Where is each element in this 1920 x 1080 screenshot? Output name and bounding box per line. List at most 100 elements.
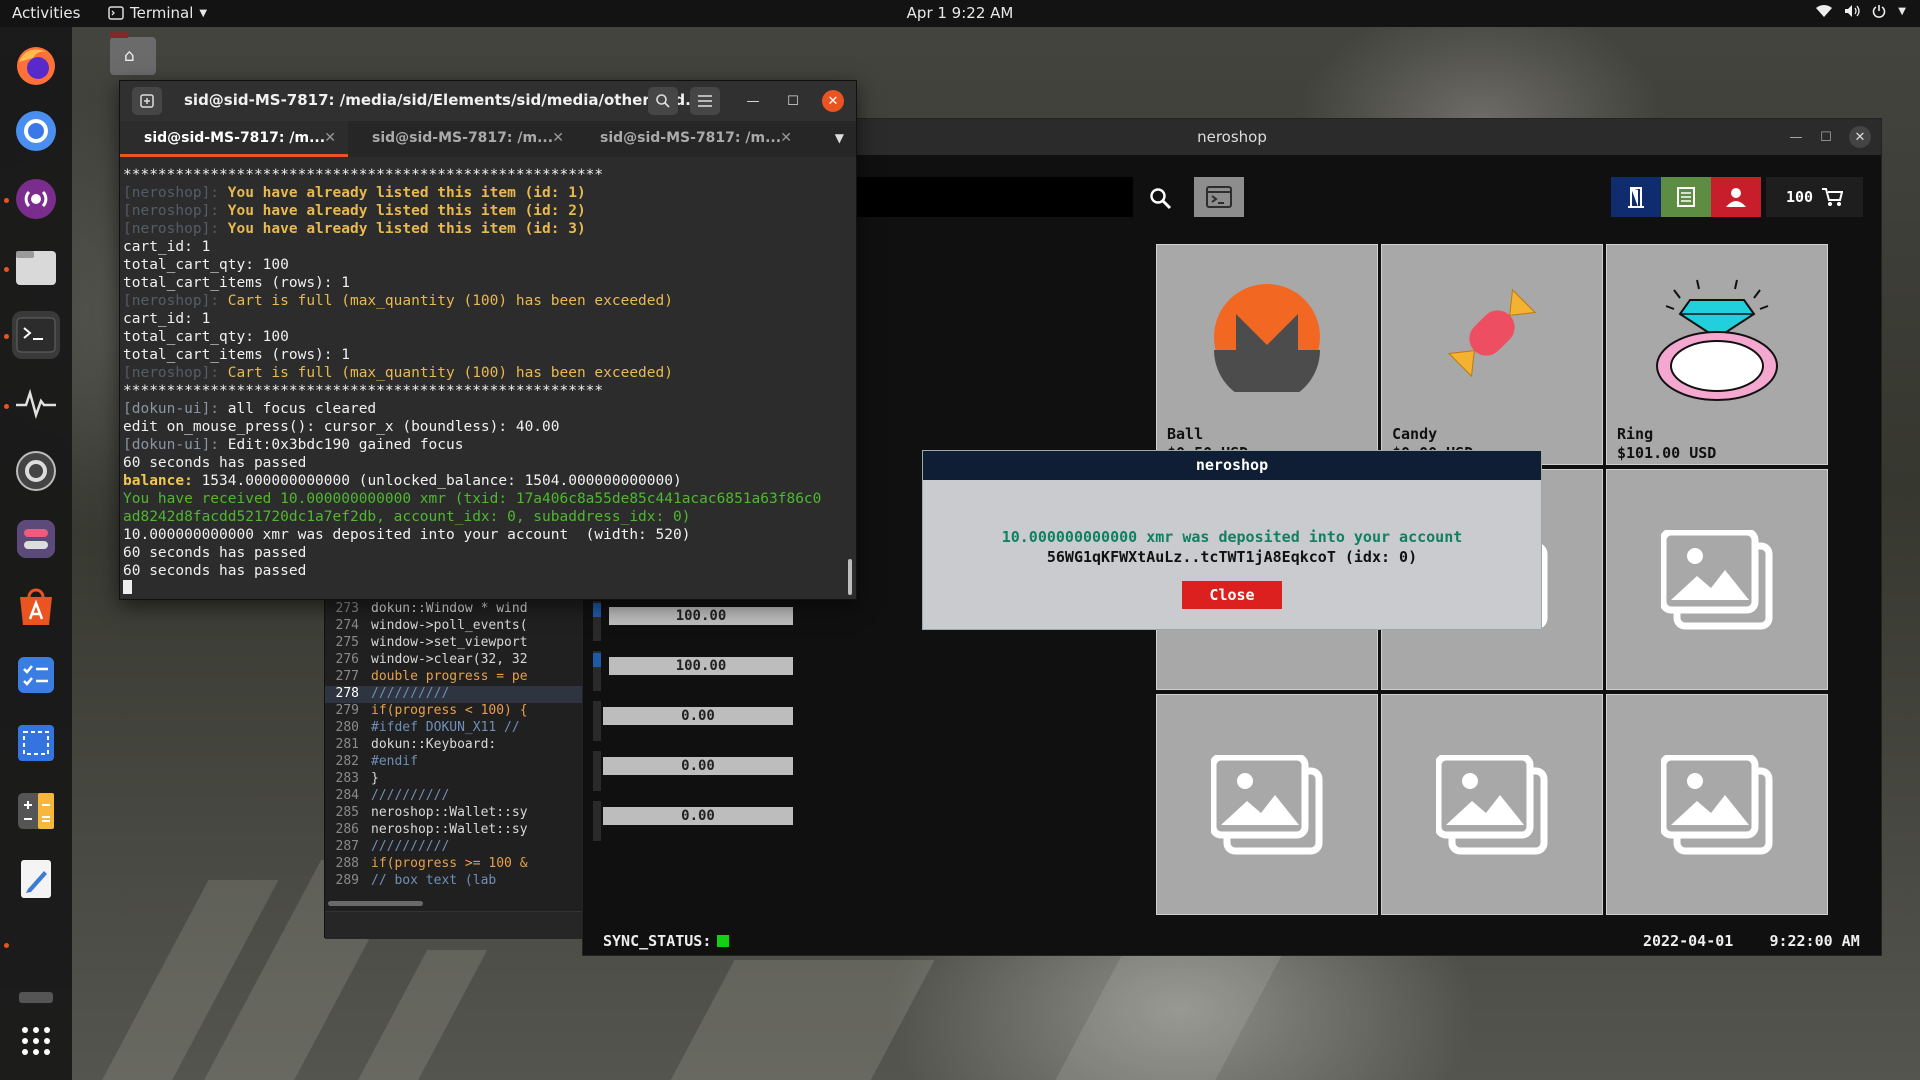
code-line[interactable]: 274 window->poll_events( <box>325 618 585 635</box>
product-tile-empty[interactable] <box>1606 694 1828 915</box>
progress-bar: 100.00 <box>609 657 793 675</box>
close-button[interactable]: Close <box>1182 581 1282 609</box>
product-tile-empty[interactable] <box>1606 469 1828 690</box>
code-text: ////////// <box>371 686 450 701</box>
code-line[interactable]: 273 dokun::Window * wind <box>325 601 585 618</box>
terminal-toggle-button[interactable] <box>1194 177 1244 217</box>
running-indicator <box>4 943 9 948</box>
tasks-icon[interactable] <box>12 651 60 699</box>
show-apps-icon[interactable] <box>12 1017 60 1065</box>
seller-hub-button[interactable] <box>1611 177 1661 217</box>
code-line[interactable]: 283 } <box>325 771 585 788</box>
code-text: #ifdef DOKUN_X11 // <box>371 720 520 735</box>
code-line[interactable]: 275 window->set_viewport <box>325 635 585 652</box>
code-line[interactable]: 286 neroshop::Wallet::sy <box>325 822 585 839</box>
tab-list-chevron-icon[interactable]: ▼ <box>835 131 844 145</box>
progress-bar: 100.00 <box>609 607 793 625</box>
cart-button[interactable]: 100 <box>1766 177 1863 217</box>
maximize-button[interactable]: ☐ <box>782 90 804 112</box>
firefox-icon[interactable] <box>12 41 60 89</box>
terminal-text: [neroshop]: <box>123 365 220 381</box>
menu-button[interactable] <box>690 87 720 115</box>
scrollbar[interactable] <box>848 559 852 595</box>
code-line[interactable]: 278 ////////// <box>325 686 585 703</box>
tweaks-icon[interactable] <box>12 515 60 563</box>
system-monitor-icon[interactable] <box>12 379 60 427</box>
close-icon[interactable]: ✕ <box>552 130 564 146</box>
line-number: 273 <box>335 601 359 616</box>
product-tile-ring[interactable]: Ring $101.00 USD <box>1606 244 1828 465</box>
tab-3[interactable]: sid@sid-MS-7817: /m... ✕ <box>576 121 804 157</box>
close-icon[interactable]: ✕ <box>1849 126 1871 148</box>
ubuntu-software-icon[interactable] <box>12 583 60 631</box>
activities-button[interactable]: Activities <box>12 4 80 22</box>
calculator-icon[interactable] <box>12 787 60 835</box>
code-line[interactable]: 288 if(progress >= 100 & <box>325 856 585 873</box>
product-tile-ball[interactable]: Ball $0.50 USD <box>1156 244 1378 465</box>
terminal-line: You have received 10.000000000000 xmr (t… <box>123 490 845 508</box>
account-button[interactable] <box>1711 177 1761 217</box>
cart-icon <box>1822 188 1844 206</box>
app-menu[interactable]: Terminal ▼ <box>108 4 207 22</box>
code-line[interactable]: 287 ////////// <box>325 839 585 856</box>
orders-button[interactable] <box>1661 177 1711 217</box>
code-line[interactable]: 289 // box text (lab <box>325 873 585 890</box>
code-line[interactable]: 282 #endif <box>325 754 585 771</box>
light-beam <box>1055 950 1285 1080</box>
terminal-line: total_cart_items (rows): 1 <box>123 346 845 364</box>
terminal-tabs: sid@sid-MS-7817: /m... ✕ sid@sid-MS-7817:… <box>120 121 856 157</box>
running-indicator <box>4 198 9 203</box>
minimize-button[interactable]: — <box>742 90 764 112</box>
code-line[interactable]: 284 ////////// <box>325 788 585 805</box>
new-tab-button[interactable] <box>132 87 162 115</box>
files-icon[interactable] <box>12 243 60 291</box>
time-text: 9:22:00 AM <box>1769 932 1860 950</box>
minimize-button[interactable]: — <box>1785 126 1807 148</box>
terminal-text: You have already listed this item (id: 2… <box>219 203 586 219</box>
terminal-text: [neroshop]: <box>123 203 220 219</box>
image-placeholder-icon <box>1436 754 1548 854</box>
close-icon[interactable]: ✕ <box>822 90 844 112</box>
product-tile-empty[interactable] <box>1381 694 1603 915</box>
code-line[interactable]: 276 window->clear(32, 32 <box>325 652 585 669</box>
code-line[interactable]: 279 if(progress < 100) { <box>325 703 585 720</box>
close-icon[interactable]: ✕ <box>780 130 792 146</box>
system-tray[interactable]: ▼ <box>1816 4 1906 18</box>
code-text: } <box>371 771 379 786</box>
code-text: neroshop::Wallet::sy <box>371 805 528 820</box>
product-tile-empty[interactable] <box>1156 694 1378 915</box>
terminal-output[interactable]: ****************************************… <box>123 166 845 594</box>
line-number: 276 <box>335 652 359 667</box>
product-tile-candy[interactable]: Candy $0.00 USD <box>1381 244 1603 465</box>
search-button[interactable] <box>648 87 678 115</box>
maximize-button[interactable]: ☐ <box>1815 126 1837 148</box>
horizontal-scrollbar[interactable] <box>328 901 423 906</box>
settings-icon[interactable] <box>12 447 60 495</box>
power-icon <box>1873 5 1886 18</box>
clock[interactable]: Apr 1 9:22 AM <box>907 4 1014 22</box>
code-line[interactable]: 277 double progress = pe <box>325 669 585 686</box>
podcast-icon[interactable] <box>12 175 60 223</box>
text-editor-icon[interactable] <box>12 855 60 903</box>
code-line[interactable]: 280 #ifdef DOKUN_X11 // <box>325 720 585 737</box>
chromium-icon[interactable] <box>12 107 60 155</box>
running-indicator <box>4 404 9 409</box>
terminal-text: Cart is full (max_quantity (100) has bee… <box>219 365 673 381</box>
close-icon[interactable]: ✕ <box>324 130 336 146</box>
search-icon[interactable] <box>1143 181 1179 217</box>
tab-1[interactable]: sid@sid-MS-7817: /m... ✕ <box>120 121 348 157</box>
line-number: 283 <box>335 771 359 786</box>
tab-2[interactable]: sid@sid-MS-7817: /m... ✕ <box>348 121 576 157</box>
terminal-headerbar[interactable]: sid@sid-MS-7817: /media/sid/Elements/sid… <box>120 81 856 121</box>
line-number: 278 <box>335 686 359 701</box>
terminal-icon[interactable] <box>12 311 60 359</box>
code-line[interactable]: 285 neroshop::Wallet::sy <box>325 805 585 822</box>
terminal-prompt[interactable] <box>123 580 845 594</box>
new-tab-icon <box>140 94 154 108</box>
code-line[interactable]: 281 dokun::Keyboard: <box>325 737 585 754</box>
terminal-text: 60 seconds has passed <box>123 455 307 471</box>
home-folder-icon[interactable]: ⌂ <box>110 32 156 75</box>
line-number: 289 <box>335 873 359 888</box>
trash-icon[interactable] <box>12 987 60 1007</box>
screenshot-icon[interactable] <box>12 719 60 767</box>
